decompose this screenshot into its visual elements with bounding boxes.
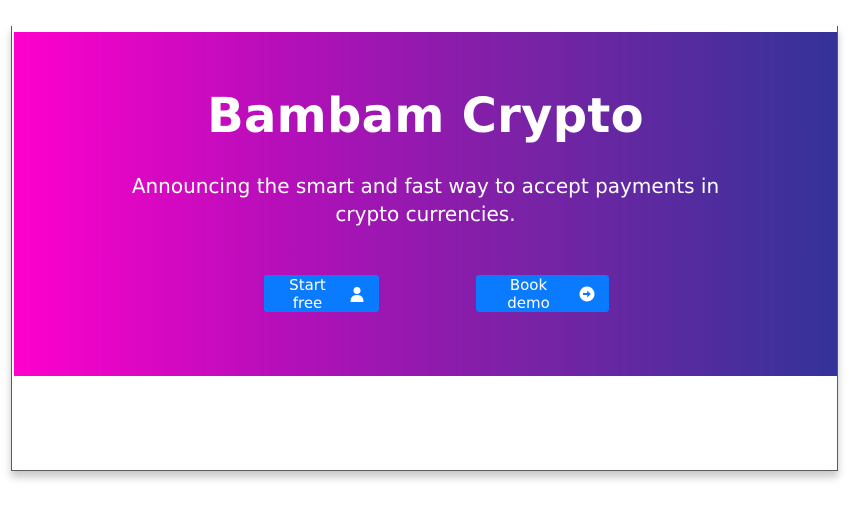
- book-demo-button[interactable]: Book demo: [476, 275, 609, 312]
- content-area: [14, 376, 837, 470]
- hero-subtitle: Announcing the smart and fast way to acc…: [131, 174, 720, 226]
- book-demo-label: Book demo: [507, 275, 550, 312]
- page: Bambam Crypto Announcing the smart and f…: [0, 0, 854, 508]
- start-free-button[interactable]: Start free: [264, 275, 379, 312]
- arrow-circle-right-icon: [579, 286, 595, 302]
- user-icon: [349, 286, 365, 302]
- hero-section: Bambam Crypto Announcing the smart and f…: [14, 32, 837, 376]
- hero-title: Bambam Crypto: [207, 88, 644, 144]
- start-free-label: Start free: [289, 275, 326, 312]
- browser-viewport: Bambam Crypto Announcing the smart and f…: [11, 26, 838, 471]
